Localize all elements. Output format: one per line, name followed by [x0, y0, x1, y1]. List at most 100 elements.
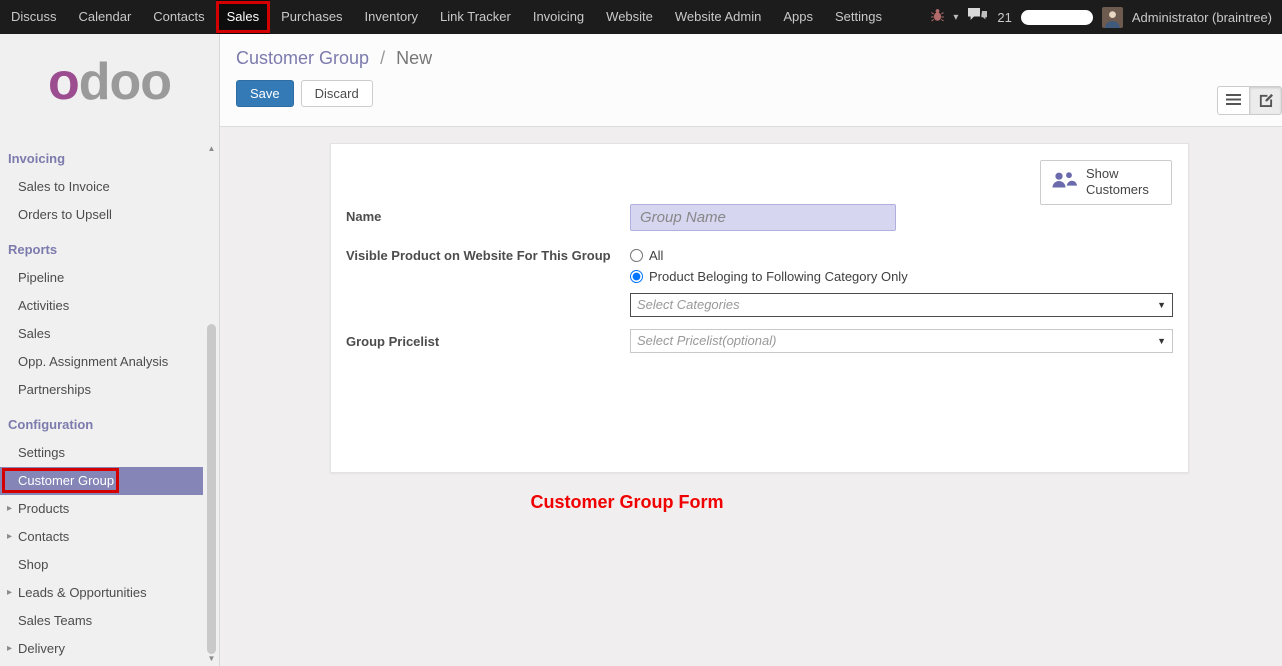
sidebar-section-configuration: Configuration Settings Customer Group ▸ … [0, 410, 203, 663]
user-menu[interactable]: Administrator (braintree) [1132, 10, 1272, 25]
sidebar-item-orders-to-upsell[interactable]: Orders to Upsell [0, 201, 203, 229]
breadcrumb-current: New [396, 48, 432, 68]
radio-all-input[interactable] [630, 249, 643, 262]
sidebar-item-settings[interactable]: Settings [0, 439, 203, 467]
messages-icon[interactable] [967, 7, 988, 27]
action-buttons: Save Discard [236, 80, 1282, 107]
main-area: Customer Group / New Save Discard [220, 34, 1282, 666]
breadcrumb: Customer Group / New [220, 34, 1282, 69]
content-area: Show Customers Name Visible Product on W… [220, 127, 1282, 666]
section-title-reports: Reports [0, 235, 203, 264]
sidebar-item-activities[interactable]: Activities [0, 292, 203, 320]
sidebar-item-delivery-label: Delivery [18, 641, 65, 656]
sidebar-item-leads-opportunities-label: Leads & Opportunities [18, 585, 147, 600]
status-pill[interactable] [1021, 10, 1093, 25]
messages-count: 21 [997, 10, 1011, 25]
list-icon [1226, 93, 1241, 109]
topbar-item-contacts[interactable]: Contacts [142, 0, 215, 34]
list-view-button[interactable] [1217, 86, 1250, 115]
sidebar-section-reports: Reports Pipeline Activities Sales Opp. A… [0, 235, 203, 404]
name-field-cell [630, 204, 1173, 231]
sidebar-item-contacts-label: Contacts [18, 529, 69, 544]
logo-text: doo [79, 52, 171, 112]
topbar: Discuss Calendar Contacts Sales Purchase… [0, 0, 1282, 34]
categories-select[interactable]: Select Categories ▼ [630, 293, 1173, 317]
edit-form-icon [1258, 92, 1273, 110]
topbar-item-purchases[interactable]: Purchases [270, 0, 353, 34]
sidebar-item-sales-teams[interactable]: Sales Teams [0, 607, 203, 635]
sidebar-item-shop[interactable]: Shop [0, 551, 203, 579]
expand-arrow-icon: ▸ [7, 635, 12, 663]
scroll-down-arrow-icon[interactable]: ▼ [208, 652, 216, 666]
radio-all-label: All [649, 248, 663, 263]
sidebar-item-customer-group[interactable]: Customer Group [0, 467, 203, 495]
annotation-caption: Customer Group Form [530, 492, 723, 513]
sidebar-item-products[interactable]: ▸ Products [0, 495, 203, 523]
sidebar-item-delivery[interactable]: ▸ Delivery [0, 635, 203, 663]
section-title-configuration: Configuration [0, 410, 203, 439]
sidebar-menu: Invoicing Sales to Invoice Orders to Ups… [0, 144, 203, 663]
topbar-item-invoicing[interactable]: Invoicing [522, 0, 595, 34]
breadcrumb-customer-group-link[interactable]: Customer Group [236, 48, 369, 68]
sidebar-item-customer-group-label: Customer Group [18, 473, 114, 488]
radio-category-input[interactable] [630, 270, 643, 283]
topbar-item-calendar[interactable]: Calendar [68, 0, 143, 34]
sidebar-scrollbar: ▲ ▼ [205, 142, 218, 666]
dropdown-arrow-icon: ▼ [1157, 330, 1166, 353]
sidebar-item-sales[interactable]: Sales [0, 320, 203, 348]
radio-option-all[interactable]: All [630, 246, 1173, 264]
scroll-up-arrow-icon[interactable]: ▲ [208, 142, 216, 156]
sidebar-item-leads-opportunities[interactable]: ▸ Leads & Opportunities [0, 579, 203, 607]
sidebar: odoo Invoicing Sales to Invoice Orders t… [0, 34, 220, 666]
sidebar-item-contacts[interactable]: ▸ Contacts [0, 523, 203, 551]
topbar-item-discuss[interactable]: Discuss [0, 0, 68, 34]
sidebar-item-partnerships[interactable]: Partnerships [0, 376, 203, 404]
scrollbar-track[interactable] [207, 156, 216, 652]
sidebar-section-invoicing: Invoicing Sales to Invoice Orders to Ups… [0, 144, 203, 229]
show-customers-button[interactable]: Show Customers [1040, 160, 1172, 205]
sidebar-item-sales-to-invoice[interactable]: Sales to Invoice [0, 173, 203, 201]
chevron-down-icon[interactable]: ▾ [953, 12, 958, 23]
expand-arrow-icon: ▸ [7, 495, 12, 523]
section-title-invoicing: Invoicing [0, 144, 203, 173]
form-view-button[interactable] [1249, 86, 1282, 115]
radio-category-label: Product Beloging to Following Category O… [649, 269, 908, 284]
view-switcher [1217, 86, 1282, 115]
group-name-input[interactable] [630, 204, 896, 231]
breadcrumb-separator: / [380, 48, 385, 68]
radio-option-category[interactable]: Product Beloging to Following Category O… [630, 267, 1173, 285]
expand-arrow-icon: ▸ [7, 579, 12, 607]
save-button[interactable]: Save [236, 80, 294, 107]
topbar-item-inventory[interactable]: Inventory [354, 0, 429, 34]
page: Discuss Calendar Contacts Sales Purchase… [0, 0, 1282, 666]
sidebar-item-opp-assignment-analysis[interactable]: Opp. Assignment Analysis [0, 348, 203, 376]
topbar-item-link-tracker[interactable]: Link Tracker [429, 0, 522, 34]
topbar-right: ▾ 21 Administrator (braintree) [931, 0, 1282, 34]
logo-text-accent: o [48, 52, 79, 112]
control-panel: Customer Group / New Save Discard [220, 34, 1282, 127]
scrollbar-thumb[interactable] [207, 324, 216, 654]
name-field-label: Name [346, 204, 630, 224]
customer-group-form-card: Show Customers Name Visible Product on W… [330, 143, 1189, 473]
show-customers-label: Show Customers [1086, 166, 1150, 199]
pricelist-select[interactable]: Select Pricelist(optional) ▼ [630, 329, 1173, 353]
sidebar-item-products-label: Products [18, 501, 69, 516]
user-avatar[interactable] [1102, 7, 1123, 28]
topbar-item-website[interactable]: Website [595, 0, 664, 34]
visibility-radio-group: All Product Beloging to Following Catego… [630, 243, 1173, 285]
topbar-item-sales[interactable]: Sales [216, 0, 271, 34]
customers-group-icon [1050, 170, 1077, 194]
dropdown-arrow-icon: ▼ [1157, 294, 1166, 317]
group-pricelist-field-label: Group Pricelist [346, 329, 630, 349]
topbar-item-website-admin[interactable]: Website Admin [664, 0, 772, 34]
topbar-item-settings[interactable]: Settings [824, 0, 893, 34]
pricelist-select-placeholder: Select Pricelist(optional) [637, 333, 776, 348]
bug-icon[interactable] [931, 8, 944, 27]
topbar-item-apps[interactable]: Apps [772, 0, 824, 34]
topbar-item-sales-label: Sales [227, 9, 260, 24]
topbar-menu: Discuss Calendar Contacts Sales Purchase… [0, 0, 893, 34]
discard-button[interactable]: Discard [301, 80, 373, 107]
visible-product-field-label: Visible Product on Website For This Grou… [346, 243, 630, 263]
form-grid: Name Visible Product on Website For This… [346, 204, 1173, 353]
sidebar-item-pipeline[interactable]: Pipeline [0, 264, 203, 292]
